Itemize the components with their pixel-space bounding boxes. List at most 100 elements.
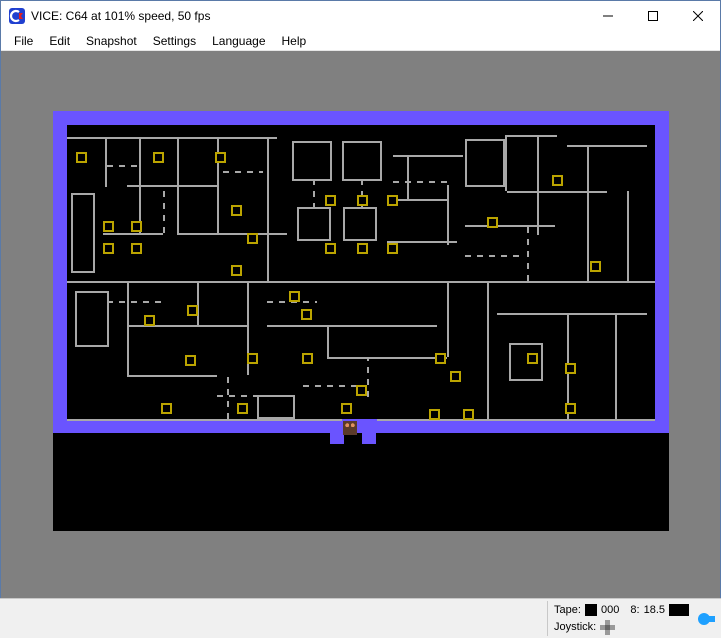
gem [185,355,196,366]
corridor [303,385,363,387]
gem [231,265,242,276]
gem [231,205,242,216]
wall [465,225,555,227]
window-titlebar: VICE: C64 at 101% speed, 50 fps [1,1,720,31]
wall [377,419,655,421]
wall [393,155,463,157]
drive-led-icon[interactable] [669,604,689,616]
wall [327,325,329,357]
maze-wall [362,419,376,444]
wall [67,137,277,139]
menu-snapshot[interactable]: Snapshot [79,32,144,50]
wall [567,145,647,147]
corridor [313,181,315,209]
corridor [217,395,257,397]
wall [447,281,449,357]
emulator-viewport[interactable] [1,51,720,598]
gem [552,175,563,186]
gem [325,195,336,206]
corridor [107,301,167,303]
maze [67,125,655,419]
gem [527,353,538,364]
gem [487,217,498,228]
gem [463,409,474,420]
corridor [107,165,137,167]
gem [565,403,576,414]
wall [103,233,163,235]
gem [357,243,368,254]
wall [327,357,447,359]
corridor [393,181,447,183]
maze-wall [330,419,344,444]
corridor [223,171,263,173]
gem [357,195,368,206]
wall [127,375,217,377]
room [71,193,95,273]
menu-file[interactable]: File [7,32,40,50]
wall [505,135,507,191]
wall [197,281,199,325]
corridor [367,357,369,397]
drive-track: 18.5 [644,604,665,616]
room [292,141,332,181]
wall [267,325,437,327]
gem [435,353,446,364]
c64-screen [53,111,669,531]
menubar: File Edit Snapshot Settings Language Hel… [1,31,720,51]
gem [153,152,164,163]
gem [131,221,142,232]
tape-indicator-icon[interactable] [585,604,597,616]
room [75,291,109,347]
menu-help[interactable]: Help [275,32,314,50]
corridor [465,255,525,257]
room [257,395,295,419]
gem [247,233,258,244]
statusbar: Tape: 000 8: 18.5 Joystick: [0,598,721,638]
gem [144,315,155,326]
gem [387,195,398,206]
wall [507,135,557,137]
wall [537,135,539,235]
close-button[interactable] [675,1,720,31]
gem [215,152,226,163]
gem [187,305,198,316]
wall [497,313,647,315]
gem [429,409,440,420]
gem [450,371,461,382]
menu-settings[interactable]: Settings [146,32,203,50]
wall [615,313,617,419]
player-sprite [343,421,357,435]
minimize-button[interactable] [585,1,630,31]
gem [325,243,336,254]
menu-language[interactable]: Language [205,32,272,50]
status-rec-icon[interactable] [695,601,717,636]
wall [267,137,269,281]
gem [247,353,258,364]
wall [67,281,655,283]
gem [131,243,142,254]
wall [407,155,409,199]
gem [289,291,300,302]
gem [302,353,313,364]
room [342,141,382,181]
gem [103,243,114,254]
gem [161,403,172,414]
wall [587,145,589,281]
joystick-dpad-icon [600,620,615,635]
maze-wall [53,419,330,433]
room [297,207,331,241]
wall [127,281,129,375]
gem [301,309,312,320]
tape-counter: 000 [601,604,619,616]
wall [67,419,342,421]
gem [237,403,248,414]
wall [139,137,141,233]
drive-label: 8: [630,604,639,616]
wall [627,191,629,281]
maximize-button[interactable] [630,1,675,31]
app-icon [9,8,25,24]
gem [387,243,398,254]
corridor [163,185,165,233]
menu-edit[interactable]: Edit [42,32,77,50]
wall [105,137,107,187]
